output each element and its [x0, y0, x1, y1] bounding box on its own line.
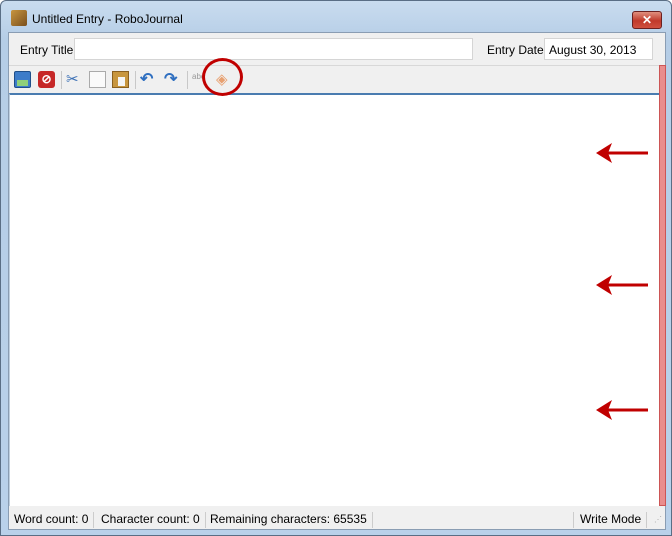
entry-date-field[interactable]: August 30, 2013 [544, 38, 653, 60]
entry-title-input[interactable] [74, 38, 473, 60]
annotation-arrow-icon [596, 143, 648, 163]
entry-date-label: Entry Date [487, 43, 544, 57]
mode-indicator: Write Mode [573, 512, 648, 528]
close-button[interactable]: ✕ [632, 11, 662, 29]
status-bar: Word count: 0 Character count: 0 Remaini… [9, 509, 665, 529]
separator [187, 71, 188, 89]
remaining-characters: Remaining characters: 65535 [210, 512, 373, 528]
undo-icon[interactable]: ↶ [140, 71, 157, 88]
separator [135, 71, 136, 89]
cut-icon[interactable]: ✂ [66, 71, 83, 88]
app-icon [11, 10, 27, 26]
paste-icon[interactable] [112, 71, 129, 88]
annotation-arrow-icon [596, 400, 648, 420]
separator [61, 71, 62, 89]
window-title: Untitled Entry - RoboJournal [32, 12, 183, 26]
character-count: Character count: 0 [101, 512, 206, 528]
entry-title-label: Entry Title [20, 43, 74, 57]
entry-editor[interactable] [9, 93, 659, 506]
word-count: Word count: 0 [14, 512, 95, 528]
redo-icon[interactable]: ↷ [164, 71, 181, 88]
resize-grip-icon[interactable]: ⋰ [654, 515, 662, 524]
annotation-arrow-icon [596, 275, 648, 295]
window: Untitled Entry - RoboJournal ✕ Entry Tit… [0, 0, 672, 536]
toolbar: ⊘ ✂ ↶ ↷ abc ◈ [9, 65, 659, 93]
save-icon[interactable] [14, 71, 31, 88]
copy-icon[interactable] [89, 71, 106, 88]
highlighted-scrollbar[interactable] [659, 65, 666, 506]
annotation-circle [202, 58, 243, 96]
cancel-icon[interactable]: ⊘ [38, 71, 55, 88]
client-area: Entry Title Entry Date August 30, 2013 ⊘… [8, 32, 666, 530]
title-bar: Untitled Entry - RoboJournal ✕ [1, 1, 671, 31]
